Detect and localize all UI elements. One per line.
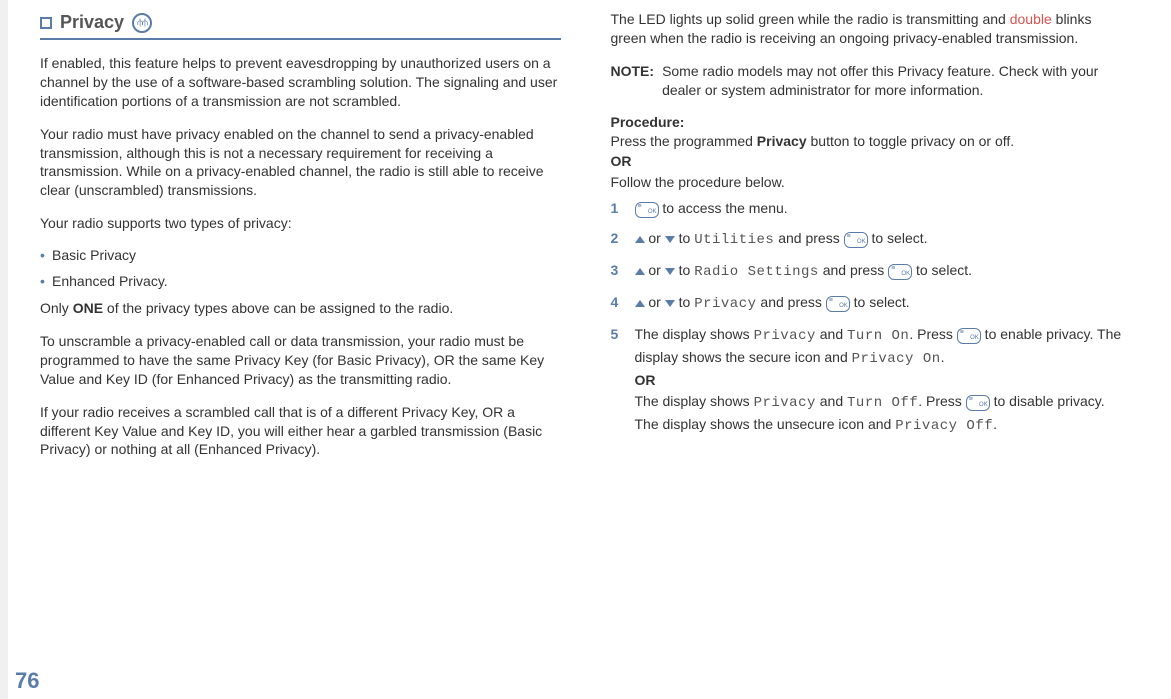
down-arrow-icon <box>665 300 675 307</box>
step-2: 2 or to Utilities and press to select. <box>611 228 1132 251</box>
privacy-feature-icon: ⫛⫛ <box>132 13 152 33</box>
list-item: Basic Privacy <box>40 247 561 263</box>
side-tab <box>0 0 8 699</box>
title-underline <box>40 38 561 40</box>
intro-paragraph-2: Your radio must have privacy enabled on … <box>40 125 561 201</box>
step-number: 3 <box>611 260 623 283</box>
list-item: Enhanced Privacy. <box>40 273 561 289</box>
intro-paragraph-1: If enabled, this feature helps to preven… <box>40 54 561 111</box>
ok-button-icon <box>635 202 659 218</box>
down-arrow-icon <box>665 268 675 275</box>
led-paragraph: The LED lights up solid green while the … <box>611 10 1132 48</box>
step-3: 3 or to Radio Settings and press to sele… <box>611 260 1132 283</box>
page-container: Privacy ⫛⫛ If enabled, this feature help… <box>40 10 1131 473</box>
unscramble-paragraph: To unscramble a privacy-enabled call or … <box>40 332 561 389</box>
step-4: 4 or to Privacy and press to select. <box>611 292 1132 315</box>
wrong-key-paragraph: If your radio receives a scrambled call … <box>40 403 561 460</box>
page-number: 76 <box>15 668 39 694</box>
menu-utilities: Utilities <box>694 232 774 248</box>
one-type-paragraph: Only ONE of the privacy types above can … <box>40 299 561 318</box>
ok-button-icon <box>888 264 912 280</box>
step-1: 1 to access the menu. <box>611 198 1132 219</box>
menu-privacy: Privacy <box>694 296 756 312</box>
right-column: The LED lights up solid green while the … <box>611 10 1132 473</box>
up-arrow-icon <box>635 268 645 275</box>
step-number: 1 <box>611 198 623 219</box>
up-arrow-icon <box>635 236 645 243</box>
step-5: 5 The display shows Privacy and Turn On.… <box>611 324 1132 437</box>
step-number: 4 <box>611 292 623 315</box>
double-highlight: double <box>1010 11 1052 27</box>
ok-button-icon <box>844 232 868 248</box>
up-arrow-icon <box>635 300 645 307</box>
privacy-types-list: Basic Privacy Enhanced Privacy. <box>40 247 561 289</box>
step-or: OR <box>635 372 656 388</box>
note-text: Some radio models may not offer this Pri… <box>662 62 1131 100</box>
intro-paragraph-3: Your radio supports two types of privacy… <box>40 214 561 233</box>
ok-button-icon <box>966 395 990 411</box>
step-number: 2 <box>611 228 623 251</box>
section-title-row: Privacy ⫛⫛ <box>40 12 561 35</box>
ok-button-icon <box>957 328 981 344</box>
section-title: Privacy <box>60 12 124 33</box>
ok-button-icon <box>826 296 850 312</box>
section-bullet-icon <box>40 17 52 29</box>
menu-radio-settings: Radio Settings <box>694 264 819 280</box>
procedure-or: OR <box>611 152 1132 171</box>
left-column: Privacy ⫛⫛ If enabled, this feature help… <box>40 10 561 473</box>
procedure-heading: Procedure: <box>611 114 1132 130</box>
procedure-intro: Press the programmed Privacy button to t… <box>611 132 1132 151</box>
down-arrow-icon <box>665 236 675 243</box>
procedure-follow: Follow the procedure below. <box>611 173 1132 192</box>
note-block: NOTE: Some radio models may not offer th… <box>611 62 1132 100</box>
procedure-steps: 1 to access the menu. 2 or to Utilities … <box>611 198 1132 437</box>
step-number: 5 <box>611 324 623 437</box>
note-label: NOTE: <box>611 62 655 100</box>
